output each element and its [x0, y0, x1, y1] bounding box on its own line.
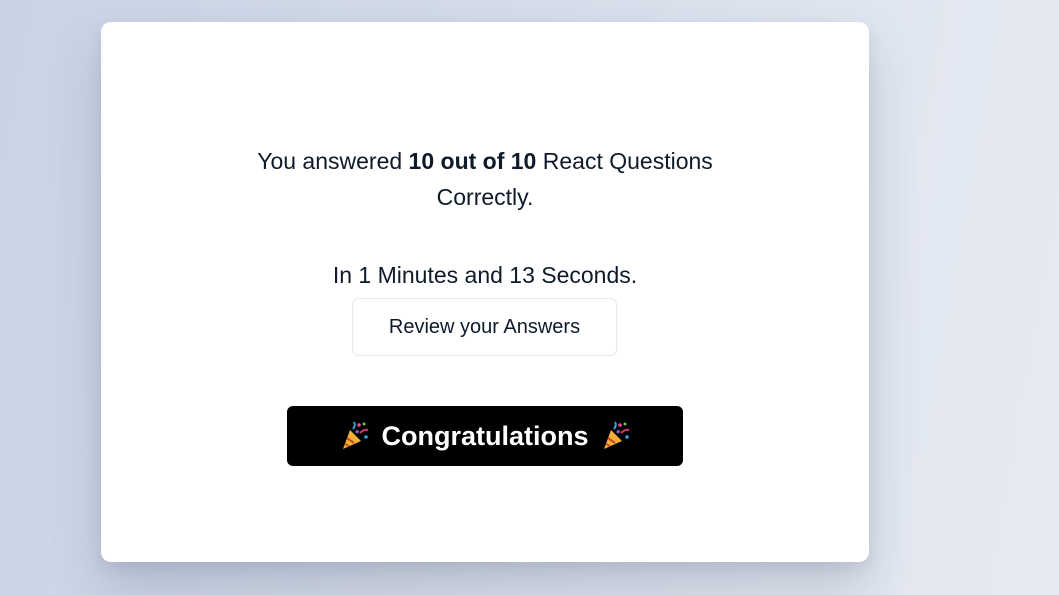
score-value: 10 out of 10: [408, 148, 537, 174]
party-popper-icon: [603, 421, 629, 449]
score-summary: You answered 10 out of 10 React Question…: [101, 143, 869, 215]
time-summary: In 1 Minutes and 13 Seconds.: [332, 262, 638, 288]
review-answers-button[interactable]: Review your Answers: [352, 298, 617, 356]
congratulations-banner: Congratulations: [287, 406, 683, 466]
congratulations-label: Congratulations: [381, 420, 589, 451]
party-popper-icon: [342, 421, 368, 449]
result-card: You answered 10 out of 10 React Question…: [101, 22, 869, 562]
score-prefix: You answered: [257, 148, 409, 174]
